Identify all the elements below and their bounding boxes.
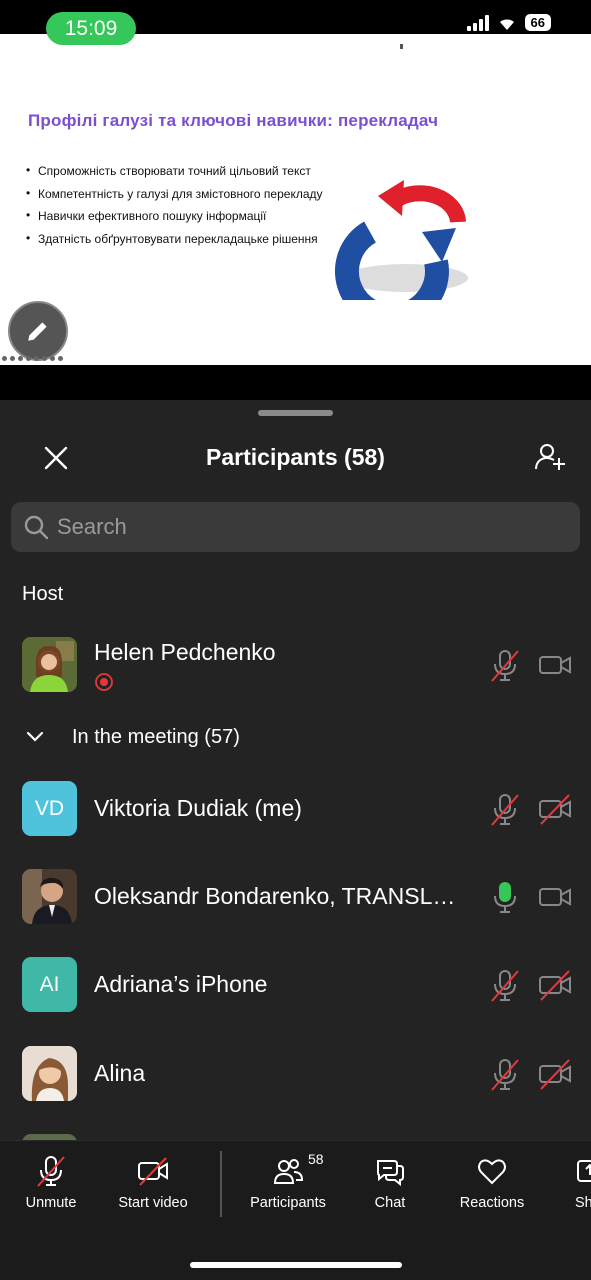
chevron-down-icon <box>26 731 44 742</box>
status-icons: 66 <box>466 14 551 31</box>
mic-muted-icon <box>37 1156 65 1187</box>
mic-muted-icon[interactable] <box>490 648 520 682</box>
camera-off-icon[interactable] <box>538 1057 572 1091</box>
share-icon <box>577 1160 591 1182</box>
in-meeting-section-toggle[interactable]: In the meeting (57) <box>22 724 240 750</box>
reactions-button[interactable]: Reactions <box>442 1155 542 1211</box>
camera-off-icon <box>138 1157 168 1186</box>
unmute-label: Unmute <box>25 1195 77 1211</box>
participant-name: Helen Pedchenko <box>94 639 276 665</box>
toolbar-divider <box>220 1151 222 1217</box>
slide-bullet: Здатність обґрунтовувати перекладацьке р… <box>26 231 323 246</box>
camera-on-icon[interactable] <box>538 648 572 682</box>
avatar: AI <box>22 957 77 1012</box>
sheet-title: Participants (58) <box>206 444 385 470</box>
camera-off-icon[interactable] <box>538 792 572 826</box>
cursor-icon <box>400 44 403 49</box>
search-icon <box>24 515 49 540</box>
participant-name: Alina <box>94 1060 146 1086</box>
participant-name: Adriana’s iPhone <box>94 971 268 997</box>
participant-row[interactable]: VD Viktoria Dudiak (me) <box>0 778 591 858</box>
in-meeting-section-label: In the meeting (57) <box>72 725 240 748</box>
home-indicator <box>190 1262 402 1268</box>
annotate-button[interactable] <box>8 301 68 361</box>
meeting-toolbar: Unmute Start video Participants 58 Chat … <box>0 1140 591 1280</box>
cycle-arrows-icon <box>335 180 468 300</box>
participant-name: Viktoria Dudiak (me) <box>94 795 302 821</box>
mic-on-icon[interactable] <box>490 880 520 914</box>
status-time: 15:09 <box>46 12 136 45</box>
host-section-label: Host <box>22 583 64 605</box>
wifi-icon <box>499 18 514 30</box>
camera-on-icon[interactable] <box>538 880 572 914</box>
add-participant-icon[interactable] <box>533 440 567 474</box>
chat-label: Chat <box>374 1195 406 1211</box>
chat-icon <box>377 1160 404 1187</box>
signal-icon <box>466 14 489 31</box>
avatar: VD <box>22 781 77 836</box>
start-video-button[interactable]: Start video <box>103 1155 203 1211</box>
reactions-label: Reactions <box>459 1195 525 1211</box>
slide-title: Профілі галузі та ключові навички: перек… <box>28 111 439 130</box>
share-label: Sh <box>575 1195 591 1211</box>
heart-icon <box>478 1159 506 1185</box>
participants-icon <box>273 1159 304 1184</box>
search-input[interactable] <box>57 514 537 540</box>
share-button[interactable]: Sh <box>544 1155 591 1211</box>
camera-off-icon[interactable] <box>538 968 572 1002</box>
avatar <box>22 637 77 692</box>
participant-row[interactable]: Alina <box>0 1043 591 1123</box>
shared-slide: Профілі галузі та ключові навички: перек… <box>0 34 591 365</box>
avatar <box>22 869 77 924</box>
participants-label: Participants <box>250 1195 326 1211</box>
slide-toolbar <box>2 356 63 361</box>
mic-muted-icon[interactable] <box>490 1057 520 1091</box>
mic-muted-icon[interactable] <box>490 968 520 1002</box>
unmute-button[interactable]: Unmute <box>1 1155 101 1211</box>
avatar <box>22 1046 77 1101</box>
pencil-icon <box>28 322 47 341</box>
participant-row[interactable]: Oleksandr Bondarenko, TRANSLA... <box>0 866 591 946</box>
recording-icon <box>95 673 113 691</box>
slide-bullet: Спроможність створювати точний цільовий … <box>26 163 323 178</box>
participant-row[interactable]: AI Adriana’s iPhone <box>0 954 591 1034</box>
slide-bullet: Навички ефективного пошуку інформації <box>26 208 323 223</box>
start-video-label: Start video <box>118 1195 188 1211</box>
slide-bullet: Компетентність у галузі для змістовного … <box>26 186 323 201</box>
slide-bullets: Спроможність створювати точний цільовий … <box>26 163 323 254</box>
participants-count-badge: 58 <box>308 1151 324 1167</box>
participant-row-host[interactable]: Helen Pedchenko <box>0 632 591 712</box>
search-bar[interactable] <box>11 502 580 552</box>
participant-name: Oleksandr Bondarenko, TRANSLA... <box>94 883 466 909</box>
mic-muted-icon[interactable] <box>490 792 520 826</box>
chat-button[interactable]: Chat <box>340 1155 440 1211</box>
drag-handle[interactable] <box>258 410 333 416</box>
battery-indicator: 66 <box>524 14 551 31</box>
